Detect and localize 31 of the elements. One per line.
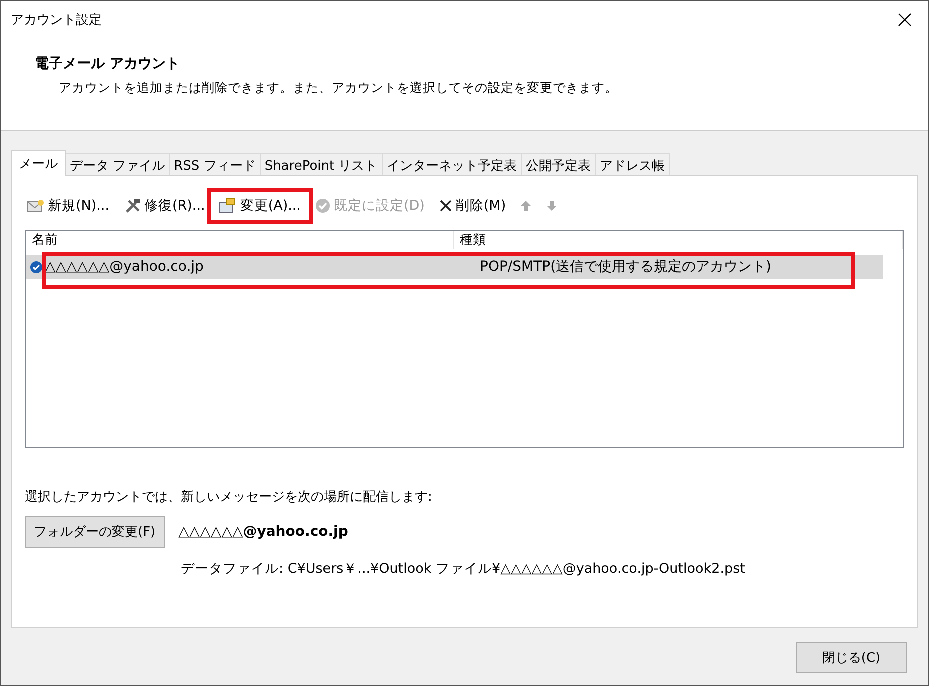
tab[interactable]: RSS フィード (169, 153, 261, 175)
window-title: アカウント設定 (11, 12, 102, 29)
data-file-path: データファイル: C¥Users￥...¥Outlook ファイル¥△△△△△△@yahoo.co.jp-Outlook2.pst (181, 560, 746, 578)
tab[interactable]: インターネット予定表 (382, 153, 522, 175)
column-header[interactable]: 名前 (26, 231, 454, 249)
tab[interactable]: 公開予定表 (520, 153, 596, 175)
envelope-icon (27, 198, 45, 214)
change-folder-button[interactable]: フォルダーの変更(F) (25, 516, 165, 548)
delivery-account: △△△△△△@yahoo.co.jp (178, 524, 348, 540)
toolbar-button[interactable]: 新規(N)... (25, 197, 112, 215)
tab[interactable]: アドレス帳 (594, 153, 670, 175)
header-title: 電子メール アカウント (35, 55, 181, 73)
table-cell: △△△△△△@yahoo.co.jp (26, 259, 454, 275)
toolbar-button[interactable]: 変更(A)... (217, 197, 303, 215)
x-icon (438, 199, 453, 213)
toolbar-button[interactable]: 修復(R)... (122, 197, 208, 215)
header-description: アカウントを追加または削除できます。また、アカウントを選択してその設定を変更できます。 (59, 80, 619, 97)
close-button[interactable]: 閉じる(C) (796, 642, 907, 673)
card-icon (219, 198, 238, 214)
tools-icon (124, 198, 142, 214)
up-arrow-icon (520, 200, 532, 212)
down-arrow-icon (546, 200, 558, 212)
account-row[interactable]: △△△△△△@yahoo.co.jp POP/SMTP(送信で使用する規定のアカウント) (26, 255, 883, 279)
tab[interactable]: メール (11, 150, 66, 176)
delivery-text: 選択したアカウントでは、新しいメッセージを次の場所に配信します: (25, 489, 434, 506)
tab[interactable]: データ ファイル (65, 153, 170, 175)
check-circle-icon (314, 198, 331, 214)
table-cell-text: POP/SMTP(送信で使用する規定のアカウント) (479, 258, 773, 276)
tab[interactable]: SharePoint リスト (260, 153, 383, 175)
column-header[interactable]: 種類 (454, 231, 903, 249)
toolbar-button[interactable]: 削除(M) (436, 197, 508, 215)
